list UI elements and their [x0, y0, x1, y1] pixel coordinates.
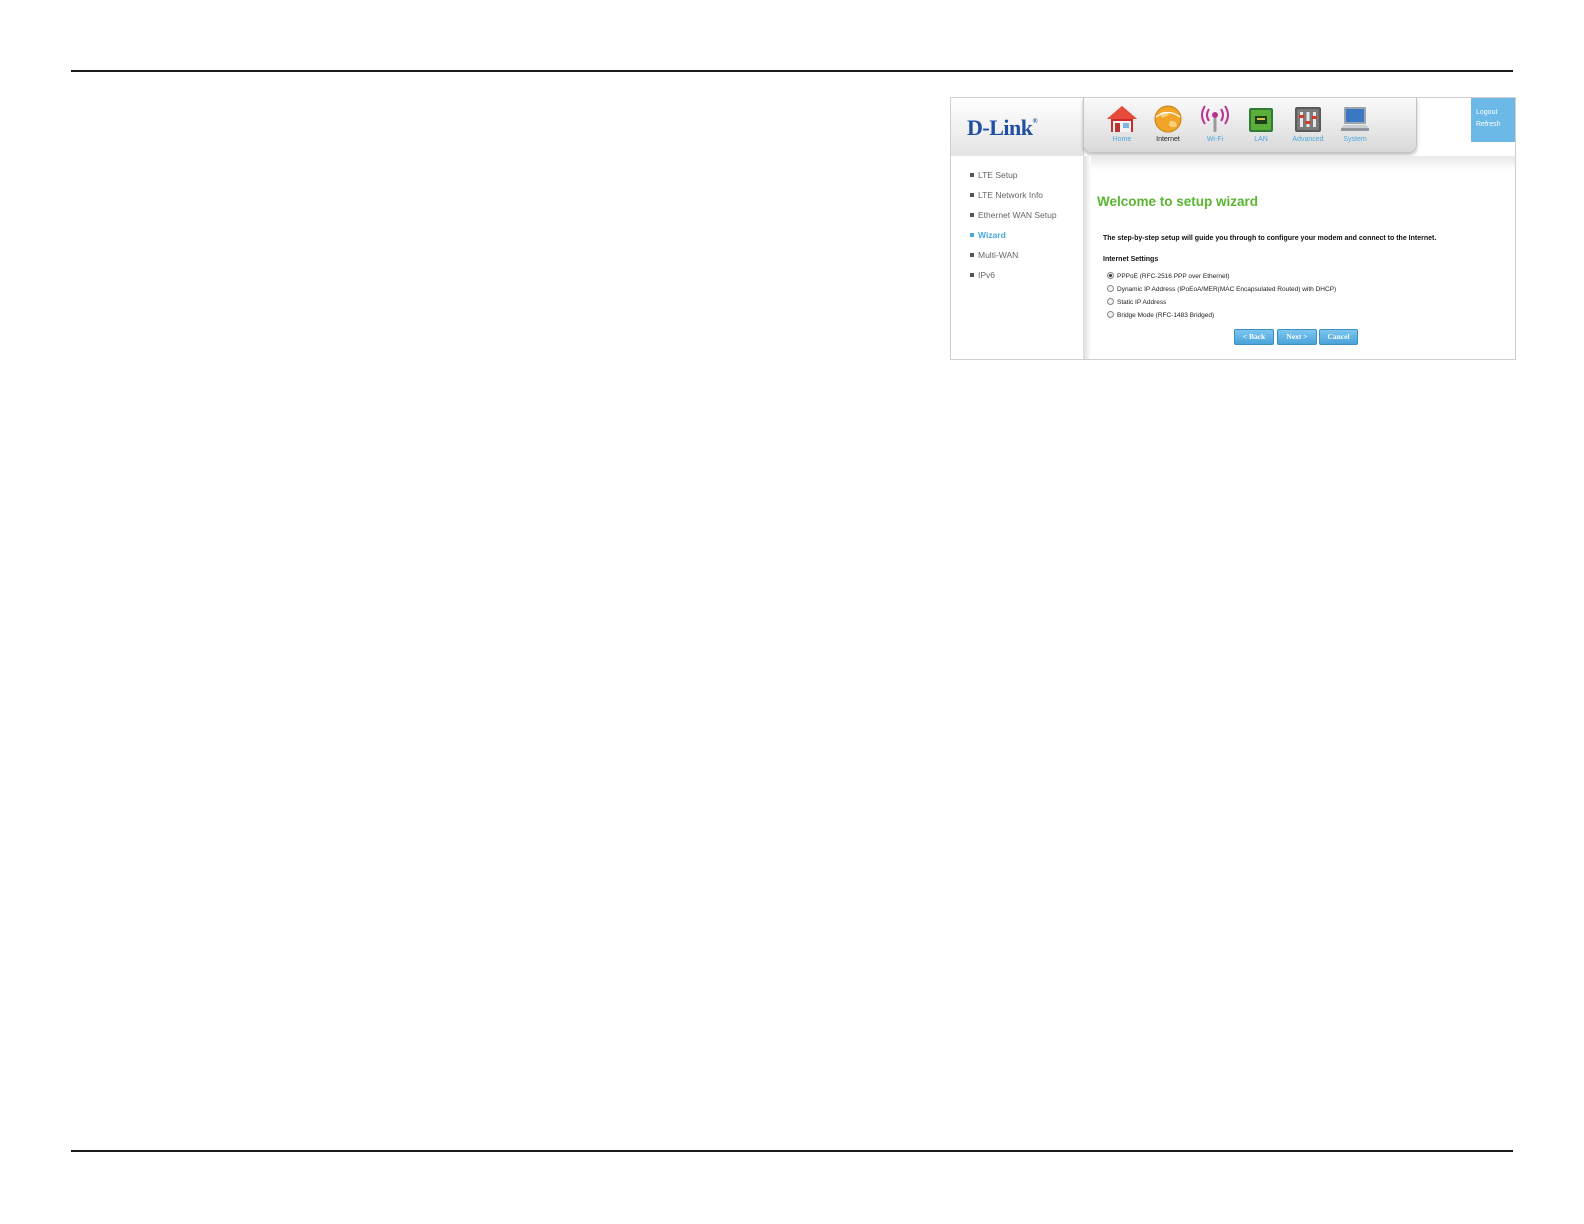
cancel-button[interactable]: Cancel	[1319, 329, 1358, 345]
content-left-shade	[1083, 156, 1091, 359]
dlink-logo: D-Link®	[967, 115, 1038, 140]
bullet-icon	[970, 252, 974, 257]
page-title: Welcome to setup wizard	[1097, 194, 1259, 209]
logo-area: D-Link®	[951, 98, 1084, 156]
intro-text: The step-by-step setup will guide you th…	[1103, 235, 1437, 242]
sidebar-item-wizard[interactable]: Wizard	[970, 230, 1006, 240]
refresh-link[interactable]: Refresh	[1476, 121, 1515, 128]
sidebar-item-lte-network-info[interactable]: LTE Network Info	[970, 190, 1043, 200]
nav-wifi[interactable]: Wi-Fi	[1193, 104, 1237, 143]
nav-system[interactable]: System	[1333, 104, 1377, 143]
content-top-shade	[1083, 156, 1515, 170]
page-top-rule	[71, 70, 1513, 72]
bullet-icon	[970, 192, 974, 197]
nav-advanced[interactable]: Advanced	[1286, 104, 1330, 143]
sidebar-item-ethernet-wan-setup[interactable]: Ethernet WAN Setup	[970, 210, 1057, 220]
bullet-icon	[970, 232, 974, 237]
radio-button[interactable]	[1107, 285, 1114, 292]
nav-lan[interactable]: LAN	[1239, 104, 1283, 143]
page-bottom-rule	[71, 1150, 1513, 1152]
bullet-icon	[970, 172, 974, 177]
sidebar-item-lte-setup[interactable]: LTE Setup	[970, 170, 1018, 180]
internet-globe-icon	[1154, 105, 1182, 133]
bullet-icon	[970, 212, 974, 217]
sidebar-item-ipv6[interactable]: IPv6	[970, 270, 995, 280]
sidebar-item-multi-wan[interactable]: Multi-WAN	[970, 250, 1018, 260]
radio-button-selected[interactable]	[1107, 272, 1114, 279]
option-pppoe[interactable]: PPPoE (RFC-2516 PPP over Ethernet)	[1107, 272, 1230, 280]
sidebar: LTE Setup LTE Network Info Ethernet WAN …	[951, 156, 1083, 359]
logout-link[interactable]: Logout	[1476, 109, 1515, 116]
wifi-icon	[1201, 105, 1229, 132]
advanced-tools-icon	[1295, 107, 1321, 132]
section-label-internet-settings: Internet Settings	[1103, 256, 1159, 263]
option-bridge-mode[interactable]: Bridge Mode (RFC-1483 Bridged)	[1107, 311, 1214, 319]
top-navigation-bar: Home Internet Wi-Fi LAN Advanced System	[1083, 98, 1417, 153]
option-dynamic-ip[interactable]: Dynamic IP Address (IPoEoA/MER(MAC Encap…	[1107, 285, 1336, 293]
radio-button[interactable]	[1107, 311, 1114, 318]
nav-home[interactable]: Home	[1100, 104, 1144, 143]
lan-port-icon	[1249, 108, 1273, 132]
radio-button[interactable]	[1107, 298, 1114, 305]
nav-internet[interactable]: Internet	[1146, 104, 1190, 143]
system-laptop-icon	[1341, 107, 1369, 131]
home-icon	[1107, 106, 1137, 132]
option-static-ip[interactable]: Static IP Address	[1107, 298, 1166, 306]
next-button[interactable]: Next >	[1277, 329, 1317, 345]
session-panel: Logout Refresh	[1471, 98, 1515, 142]
router-web-ui-screenshot: D-Link® Home Internet Wi-Fi LAN Advanced…	[950, 97, 1516, 360]
back-button[interactable]: < Back	[1234, 329, 1274, 345]
bullet-icon	[970, 272, 974, 277]
